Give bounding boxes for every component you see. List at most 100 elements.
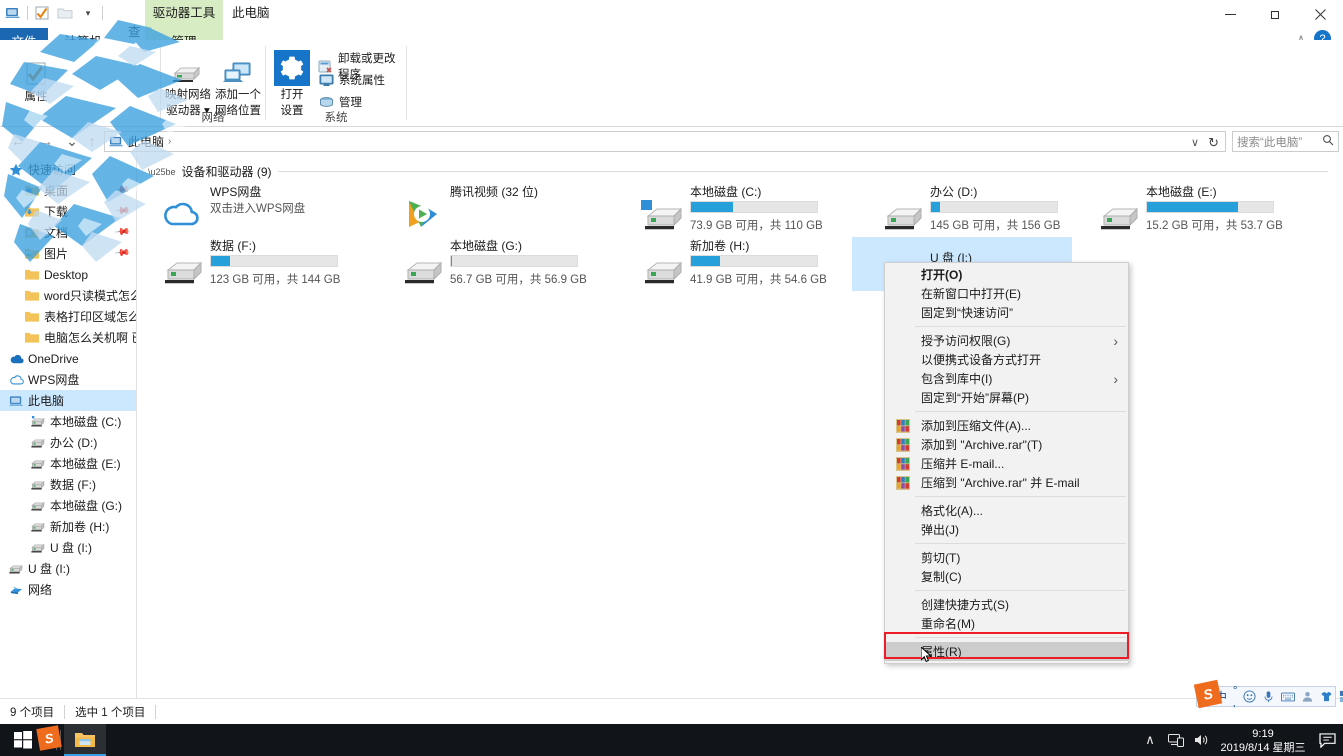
context-menu-item[interactable]: 以便携式设备方式打开 <box>885 350 1128 369</box>
ribbon-button-system-properties[interactable]: 系统属性 <box>318 72 385 88</box>
up-button[interactable]: ↑ <box>82 132 102 150</box>
system-tray[interactable]: ∧ 9:19 2019/8/14 星期三 <box>1137 724 1343 756</box>
context-menu-item[interactable]: 固定到“快速访问” <box>885 303 1128 322</box>
sogou-ime-tray-icon[interactable]: S <box>36 725 62 751</box>
navigation-pane[interactable]: 快速访问桌面 📌 下载 📌 文档 📌 图片 📌 Desktop word只读模式怎么改表格打印区域… <box>0 155 137 698</box>
forward-button[interactable]: → <box>36 132 56 150</box>
drive-tile[interactable]: 腾讯视频 (32 位) <box>392 183 578 237</box>
ribbon-button-map-network-drive[interactable]: 映射网络 驱动器 ▾ <box>163 46 213 118</box>
sidebar-item-14[interactable]: 本地磁盘 (E:) <box>0 453 136 474</box>
context-menu-item[interactable]: 剪切(T) <box>885 548 1128 567</box>
pin-icon[interactable]: 📌 <box>113 224 130 240</box>
qat-customize-dropdown-icon[interactable]: ▾ <box>79 4 97 22</box>
ribbon-button-properties[interactable]: 属性 <box>6 48 66 104</box>
drive-icon <box>30 456 46 472</box>
pin-icon[interactable]: 📌 <box>113 182 130 198</box>
keyboard-icon[interactable] <box>1281 690 1296 704</box>
sogou-ime-logo-icon[interactable]: S <box>1193 679 1223 709</box>
sidebar-item-15[interactable]: 数据 (F:) <box>0 474 136 495</box>
notification-icon[interactable] <box>1311 724 1343 756</box>
context-menu-item[interactable]: 弹出(J) <box>885 520 1128 539</box>
sidebar-item-17[interactable]: 新加卷 (H:) <box>0 516 136 537</box>
drive-tile[interactable]: 数据 (F:) 123 GB 可用，共 144 GB <box>152 237 340 291</box>
drive-tile[interactable]: 新加卷 (H:) 41.9 GB 可用，共 54.6 GB <box>632 237 827 291</box>
sidebar-item-18[interactable]: U 盘 (I:) <box>0 537 136 558</box>
minimize-button[interactable] <box>1208 0 1253 28</box>
drive-tile[interactable]: 本地磁盘 (C:) 73.9 GB 可用，共 110 GB <box>632 183 823 237</box>
drive-tile[interactable]: 本地磁盘 (E:) 15.2 GB 可用，共 53.7 GB <box>1088 183 1283 237</box>
recent-locations-button[interactable]: ⌄ <box>62 132 82 150</box>
skin-icon[interactable] <box>1320 690 1333 704</box>
context-menu-item[interactable]: 复制(C) <box>885 567 1128 586</box>
context-menu-item[interactable]: 格式化(A)... <box>885 501 1128 520</box>
ribbon-button-open-settings[interactable]: 打开 设置 <box>270 46 314 118</box>
breadcrumb-separator[interactable]: › <box>168 136 171 147</box>
sidebar-item-2[interactable]: 下载 📌 <box>0 201 136 222</box>
sidebar-item-3[interactable]: 文档 📌 <box>0 222 136 243</box>
sidebar-item-13[interactable]: 办公 (D:) <box>0 432 136 453</box>
context-menu-item[interactable]: 添加到 "Archive.rar"(T) <box>885 435 1128 454</box>
maximize-restore-button[interactable] <box>1253 0 1298 28</box>
context-menu[interactable]: 打开(O) 在新窗口中打开(E) 固定到“快速访问” 授予访问权限(G) › 以便携式设备… <box>884 262 1129 664</box>
breadcrumb-dropdown-icon[interactable]: ∨ <box>1191 136 1199 149</box>
search-icon[interactable] <box>1322 134 1334 149</box>
search-box[interactable]: 搜索“此电脑” <box>1232 131 1339 152</box>
drive-tile[interactable]: 本地磁盘 (G:) 56.7 GB 可用，共 56.9 GB <box>392 237 587 291</box>
context-menu-item[interactable]: 在新窗口中打开(E) <box>885 284 1128 303</box>
chevron-down-icon[interactable]: \u25be <box>148 167 176 177</box>
sidebar-item-19[interactable]: U 盘 (I:) <box>0 558 136 579</box>
sidebar-item-16[interactable]: 本地磁盘 (G:) <box>0 495 136 516</box>
search-input[interactable]: 搜索“此电脑” <box>1237 134 1302 150</box>
sidebar-item-10[interactable]: WPS网盘 <box>0 369 136 390</box>
breadcrumb-bar[interactable]: 此电脑 › ∨ ↻ <box>104 131 1226 152</box>
apps-icon[interactable] <box>1339 690 1343 704</box>
taskbar-clock[interactable]: 9:19 2019/8/14 星期三 <box>1215 725 1311 755</box>
taskbar-file-explorer-icon[interactable] <box>64 724 106 756</box>
sidebar-item-11[interactable]: 此电脑 <box>0 390 136 411</box>
emoji-icon[interactable] <box>1243 690 1256 704</box>
sidebar-item-20[interactable]: 网络 <box>0 579 136 600</box>
pin-icon[interactable]: 📌 <box>113 245 130 261</box>
properties-check-icon[interactable] <box>33 4 51 22</box>
sidebar-item-1[interactable]: 桌面 📌 <box>0 180 136 201</box>
folder-icon <box>24 309 40 325</box>
drive-tile[interactable]: WPS网盘 双击进入WPS网盘 <box>152 183 338 237</box>
computer-icon[interactable] <box>4 4 22 22</box>
sidebar-item-5[interactable]: Desktop <box>0 264 136 285</box>
tray-chevron-up-icon[interactable]: ∧ <box>1137 724 1163 756</box>
ribbon-button-manage[interactable]: 管理 <box>318 94 362 110</box>
context-menu-item[interactable]: 压缩到 "Archive.rar" 并 E-mail <box>885 473 1128 492</box>
ime-punctuation-toggle[interactable]: °‚ <box>1233 685 1237 709</box>
quick-access-toolbar[interactable]: ▾ <box>4 2 103 24</box>
pin-icon[interactable]: 📌 <box>113 203 130 219</box>
sidebar-item-4[interactable]: 图片 📌 <box>0 243 136 264</box>
context-menu-item[interactable]: 包含到库中(I) › <box>885 369 1128 388</box>
context-menu-item[interactable]: 添加到压缩文件(A)... <box>885 416 1128 435</box>
file-list-view[interactable]: \u25be 设备和驱动器 (9) WPS网盘 双击进入WPS网盘 腾讯视频 (32… <box>138 155 1343 698</box>
breadcrumb-item-this-pc[interactable]: 此电脑 <box>128 133 164 150</box>
sidebar-item-7[interactable]: 表格打印区域怎么设 <box>0 306 136 327</box>
network-tray-icon[interactable] <box>1163 724 1189 756</box>
sidebar-item-9[interactable]: OneDrive <box>0 348 136 369</box>
close-button[interactable] <box>1298 0 1343 28</box>
context-menu-item[interactable]: 打开(O) <box>885 265 1128 284</box>
volume-icon[interactable] <box>1189 724 1215 756</box>
ribbon-button-add-network-location[interactable]: 添加一个 网络位置 <box>213 46 263 118</box>
user-icon[interactable] <box>1301 690 1314 704</box>
sidebar-item-12[interactable]: 本地磁盘 (C:) <box>0 411 136 432</box>
sidebar-item-0[interactable]: 快速访问 <box>0 159 136 180</box>
context-menu-item[interactable]: 重命名(M) <box>885 614 1128 633</box>
sidebar-item-8[interactable]: 电脑怎么关机啊 已 <box>0 327 136 348</box>
context-menu-item[interactable]: 固定到“开始”屏幕(P) <box>885 388 1128 407</box>
microphone-icon[interactable] <box>1262 690 1275 704</box>
group-header-devices-and-drives[interactable]: \u25be 设备和驱动器 (9) <box>148 163 1328 180</box>
refresh-icon[interactable]: ↻ <box>1208 135 1219 151</box>
sidebar-item-6[interactable]: word只读模式怎么改 <box>0 285 136 306</box>
drive-tile[interactable]: 办公 (D:) 145 GB 可用，共 156 GB <box>872 183 1060 237</box>
context-menu-item[interactable]: 创建快捷方式(S) <box>885 595 1128 614</box>
taskbar[interactable]: S ∧ 9:19 2019/8/14 星期三 <box>0 724 1343 756</box>
back-button[interactable]: ← <box>8 132 28 150</box>
context-menu-item[interactable]: 授予访问权限(G) › <box>885 331 1128 350</box>
context-menu-item[interactable]: 压缩并 E-mail... <box>885 454 1128 473</box>
new-folder-icon[interactable] <box>56 4 74 22</box>
